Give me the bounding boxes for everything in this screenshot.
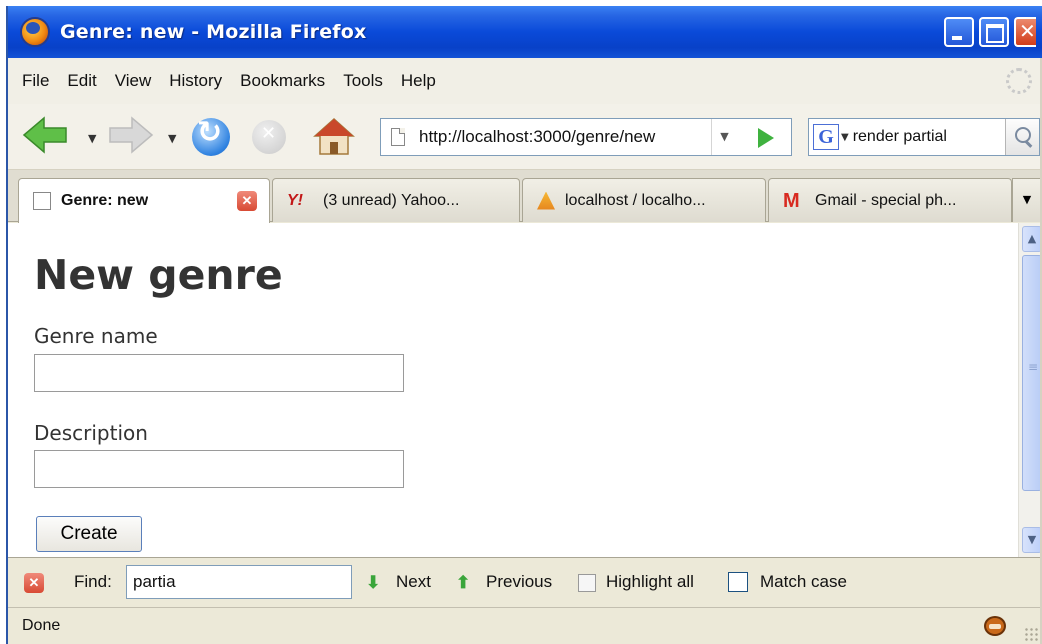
close-window-button[interactable] bbox=[1014, 17, 1036, 47]
vertical-scrollbar[interactable]: ▲ ▼ bbox=[1018, 223, 1042, 557]
page-title: New genre bbox=[34, 251, 283, 299]
firefox-logo-icon bbox=[20, 17, 50, 47]
find-next-button[interactable]: Next bbox=[396, 572, 431, 592]
search-input[interactable]: render partial bbox=[853, 128, 971, 146]
menu-tools[interactable]: Tools bbox=[343, 71, 383, 91]
forward-dropdown-icon[interactable]: ▼ bbox=[168, 132, 176, 145]
status-text: Done bbox=[22, 617, 61, 634]
forward-arrow-icon[interactable] bbox=[108, 116, 154, 154]
back-dropdown-icon[interactable]: ▼ bbox=[88, 132, 96, 145]
description-field[interactable] bbox=[34, 450, 404, 488]
scrollbar-thumb[interactable] bbox=[1022, 255, 1042, 491]
extension-monkey-icon[interactable] bbox=[984, 616, 1006, 636]
close-find-bar-icon[interactable]: ✕ bbox=[24, 573, 44, 593]
find-label: Find: bbox=[74, 572, 112, 591]
reload-icon[interactable] bbox=[192, 115, 230, 156]
page-icon bbox=[33, 192, 51, 210]
window-controls bbox=[944, 17, 1036, 47]
up-arrow-icon[interactable]: ⬆ bbox=[456, 573, 470, 593]
find-bar: ✕ Find: partia ⬇ Next ⬆ Previous Highlig… bbox=[8, 557, 1042, 607]
search-icon[interactable] bbox=[1005, 119, 1039, 155]
menu-file[interactable]: File bbox=[22, 71, 49, 91]
navigation-toolbar: ▼ ▼ http://localhost:3000/genre/new ▼ G … bbox=[8, 104, 1042, 170]
tab-label: Genre: new bbox=[61, 192, 149, 209]
tab-gmail[interactable]: M Gmail - special ph... bbox=[768, 178, 1012, 222]
tab-label: localhost / localho... bbox=[565, 191, 706, 209]
tab-bar: Genre: new ✕ Y! (3 unread) Yahoo... loca… bbox=[8, 170, 1042, 223]
menu-view[interactable]: View bbox=[115, 71, 152, 91]
search-bar[interactable]: G ▼ render partial bbox=[808, 118, 1040, 156]
genre-name-label: Genre name bbox=[34, 324, 158, 348]
menu-edit[interactable]: Edit bbox=[67, 71, 96, 91]
tab-localhost[interactable]: localhost / localho... bbox=[522, 178, 766, 222]
menu-history[interactable]: History bbox=[169, 71, 222, 91]
highlight-icon[interactable] bbox=[578, 574, 596, 592]
match-case-label[interactable]: Match case bbox=[760, 572, 847, 592]
menu-bar: File Edit View History Bookmarks Tools H… bbox=[8, 58, 1042, 104]
minimize-button[interactable] bbox=[944, 17, 974, 47]
browser-window: Genre: new - Mozilla Firefox File Edit V… bbox=[6, 6, 1042, 644]
window-title: Genre: new - Mozilla Firefox bbox=[60, 21, 367, 43]
gmail-icon: M bbox=[783, 189, 800, 212]
close-tab-icon[interactable]: ✕ bbox=[237, 191, 257, 211]
highlight-all-button[interactable]: Highlight all bbox=[606, 572, 694, 592]
tab-yahoo[interactable]: Y! (3 unread) Yahoo... bbox=[272, 178, 520, 222]
scroll-up-icon[interactable]: ▲ bbox=[1022, 226, 1042, 252]
maximize-button[interactable] bbox=[979, 17, 1009, 47]
home-icon[interactable] bbox=[312, 116, 356, 156]
status-bar: Done bbox=[8, 607, 1042, 644]
page-icon bbox=[391, 128, 405, 146]
resize-grip-icon[interactable] bbox=[1024, 627, 1038, 641]
go-arrow-icon[interactable] bbox=[758, 128, 774, 148]
tab-list-dropdown-icon[interactable]: ▼ bbox=[1012, 178, 1042, 222]
url-history-dropdown-icon[interactable]: ▼ bbox=[711, 119, 737, 155]
menu-help[interactable]: Help bbox=[401, 71, 436, 91]
genre-name-field[interactable] bbox=[34, 354, 404, 392]
tab-label: Gmail - special ph... bbox=[815, 191, 957, 209]
create-button[interactable]: Create bbox=[36, 516, 142, 552]
yahoo-icon: Y! bbox=[287, 191, 303, 209]
menu-bookmarks[interactable]: Bookmarks bbox=[240, 71, 325, 91]
match-case-checkbox[interactable] bbox=[728, 572, 748, 592]
throbber-icon bbox=[1006, 68, 1032, 94]
stop-icon[interactable] bbox=[252, 120, 286, 154]
url-bar[interactable]: http://localhost:3000/genre/new ▼ bbox=[380, 118, 792, 156]
back-arrow-icon[interactable] bbox=[22, 116, 68, 154]
title-bar[interactable]: Genre: new - Mozilla Firefox bbox=[8, 6, 1042, 58]
scroll-down-icon[interactable]: ▼ bbox=[1022, 527, 1042, 553]
phpmyadmin-icon bbox=[537, 191, 555, 210]
google-icon[interactable]: G bbox=[813, 124, 839, 150]
description-label: Description bbox=[34, 421, 148, 445]
down-arrow-icon[interactable]: ⬇ bbox=[366, 573, 380, 593]
find-previous-button[interactable]: Previous bbox=[486, 572, 552, 592]
find-input[interactable]: partia bbox=[126, 565, 352, 599]
url-text[interactable]: http://localhost:3000/genre/new bbox=[419, 127, 719, 147]
tab-genre-new[interactable]: Genre: new ✕ bbox=[18, 178, 270, 223]
tab-label: (3 unread) Yahoo... bbox=[323, 191, 460, 209]
search-engine-dropdown-icon[interactable]: ▼ bbox=[841, 132, 849, 143]
page-content: New genre Genre name Description Create bbox=[8, 223, 1018, 557]
